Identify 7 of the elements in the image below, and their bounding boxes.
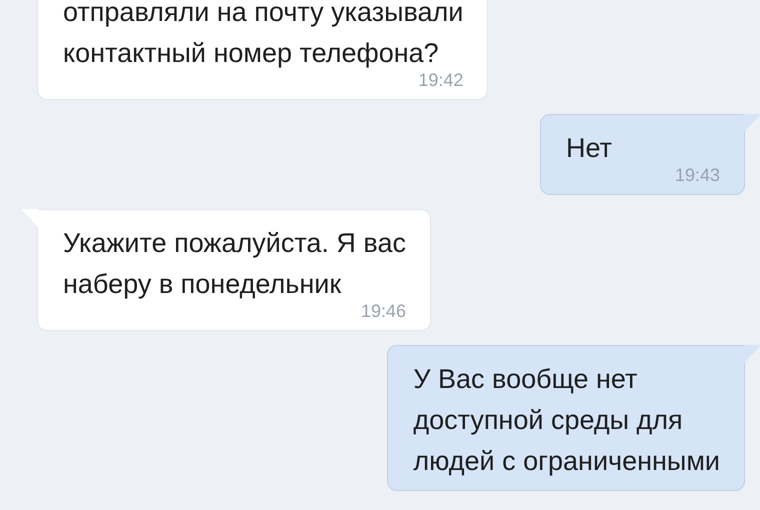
message-text: Укажите пожалуйста. Я вас наберу в понедельник: [63, 227, 406, 301]
message-text: Нет: [566, 132, 613, 165]
message-time: 19:43: [674, 164, 720, 186]
message-text: отправляли на почту указывали контактный номер телефона?: [63, 0, 464, 70]
message-text: У Вас вообще нет доступной среды для людей с ограниченными: [413, 363, 720, 478]
message-time: 19:42: [418, 69, 464, 91]
message-time: 19:46: [360, 300, 406, 322]
